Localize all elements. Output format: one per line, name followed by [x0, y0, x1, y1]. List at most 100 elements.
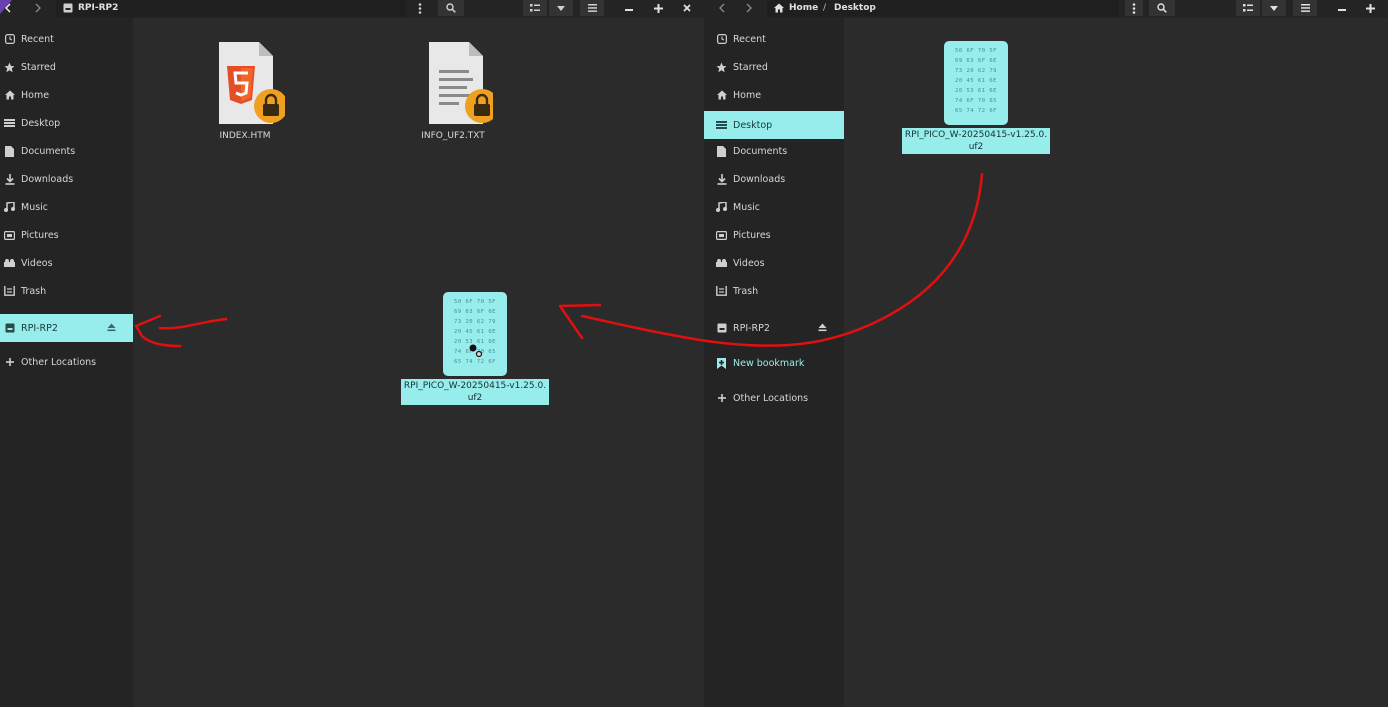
view-options-button[interactable] — [549, 0, 573, 16]
sidebar-item-videos[interactable]: Videos — [0, 249, 133, 277]
hex-preview-line: 65 74 72 6F — [955, 108, 997, 114]
minimize-button[interactable] — [1334, 0, 1350, 16]
sidebar-item-pictures[interactable]: Pictures — [704, 221, 844, 249]
maximize-button[interactable] — [650, 0, 666, 16]
dragged-file-item[interactable]: 50 6F 70 5F 69 63 6F 6E 73 20 62 79 20 45 6… — [400, 292, 550, 405]
back-button[interactable] — [714, 0, 730, 16]
sidebar-item-desktop[interactable]: Desktop — [704, 111, 844, 139]
sidebar-item-new-bookmark[interactable]: New bookmark — [704, 349, 844, 377]
file-name: INFO_UF2.TXT — [421, 131, 485, 141]
sidebar-item-pictures[interactable]: Pictures — [0, 221, 133, 249]
right-file-manager-window: Home / Desktop Recent Starred Home Deskt… — [704, 0, 1388, 707]
maximize-icon — [1365, 3, 1375, 13]
video-icon — [716, 258, 727, 269]
hex-preview-line: 50 6F 70 5F — [454, 299, 496, 305]
hex-preview-line: 73 20 62 79 — [454, 319, 496, 325]
list-view-icon — [1243, 4, 1253, 12]
eject-icon[interactable] — [818, 323, 827, 332]
maximize-button[interactable] — [1362, 0, 1378, 16]
main-menu-button[interactable] — [1293, 0, 1317, 16]
sidebar-item-documents[interactable]: Documents — [0, 137, 133, 165]
file-item[interactable]: 50 6F 70 5F 69 63 6F 6E 73 20 62 79 20 45 6… — [901, 41, 1051, 154]
view-options-button[interactable] — [1262, 0, 1286, 16]
more-options-button[interactable] — [413, 0, 427, 16]
file-name-line1: RPI_PICO_W-20250415-v1.25.0. — [403, 381, 547, 391]
back-button[interactable] — [0, 0, 16, 16]
sidebar-item-trash[interactable]: Trash — [0, 277, 133, 305]
sidebar-item-recent[interactable]: Recent — [0, 25, 133, 53]
sidebar-item-recent[interactable]: Recent — [704, 25, 844, 53]
maximize-icon — [653, 3, 663, 13]
sidebar-item-label: Documents — [733, 145, 788, 157]
sidebar-item-music[interactable]: Music — [0, 193, 133, 221]
sidebar-item-rpi-rp2[interactable]: RPI-RP2 — [704, 314, 844, 342]
sidebar-item-downloads[interactable]: Downloads — [704, 165, 844, 193]
breadcrumb-home[interactable]: Home — [789, 0, 818, 16]
music-icon — [716, 202, 727, 213]
sidebar-item-downloads[interactable]: Downloads — [0, 165, 133, 193]
document-icon — [4, 145, 15, 157]
picture-icon — [716, 230, 727, 241]
sidebar-item-other-locations[interactable]: Other Locations — [704, 384, 844, 412]
document-icon — [716, 145, 727, 157]
desktop-icon — [716, 120, 727, 131]
sidebar-item-label: Music — [733, 201, 761, 213]
search-icon — [1157, 3, 1167, 13]
breadcrumb-desktop[interactable]: Desktop — [834, 0, 876, 16]
sidebar-item-home[interactable]: Home — [704, 81, 844, 109]
file-name-line2: uf2 — [467, 393, 483, 403]
left-file-manager-window: RPI-RP2 Recent Starred Home Desktop Docu… — [0, 0, 704, 707]
hex-preview-line: 74 6F 70 65 — [955, 98, 997, 104]
sidebar-item-desktop[interactable]: Desktop — [0, 109, 133, 137]
sidebar-item-trash[interactable]: Trash — [704, 277, 844, 305]
sidebar-item-rpi-rp2[interactable]: RPI-RP2 — [0, 314, 133, 342]
download-icon — [716, 173, 727, 185]
sidebar-item-videos[interactable]: Videos — [704, 249, 844, 277]
view-toggle-button[interactable] — [1236, 0, 1260, 16]
hex-preview-line: 50 6F 70 5F — [955, 48, 997, 54]
chevron-right-icon — [35, 3, 41, 13]
desktop-icon — [4, 118, 15, 129]
eject-icon[interactable] — [107, 323, 116, 332]
search-icon — [446, 3, 456, 13]
sidebar-item-music[interactable]: Music — [704, 193, 844, 221]
list-view-icon — [530, 4, 540, 12]
sidebar-item-other-locations[interactable]: Other Locations — [0, 348, 133, 376]
file-name-line2: uf2 — [968, 142, 984, 152]
sidebar-item-label: Downloads — [733, 173, 786, 185]
more-options-button[interactable] — [1125, 0, 1143, 16]
file-item[interactable]: INFO_UF2.TXT — [403, 40, 503, 141]
hex-preview-line: 20 53 61 6E — [454, 339, 496, 345]
vertical-dots-icon — [1132, 2, 1136, 14]
search-button[interactable] — [438, 0, 464, 16]
sidebar-item-home[interactable]: Home — [0, 81, 133, 109]
file-name: RPI_PICO_W-20250415-v1.25.0. uf2 — [901, 128, 1051, 154]
view-toggle-button[interactable] — [523, 0, 547, 16]
sidebar-item-documents[interactable]: Documents — [704, 137, 844, 165]
search-button[interactable] — [1149, 0, 1175, 16]
sidebar-item-starred[interactable]: Starred — [0, 53, 133, 81]
home-icon — [4, 90, 15, 101]
clock-icon — [716, 34, 727, 45]
download-icon — [4, 173, 15, 185]
forward-button[interactable] — [30, 0, 46, 16]
uf2-file-icon: 50 6F 70 5F 69 63 6F 6E 73 20 62 79 20 45 6… — [944, 41, 1008, 125]
sidebar-item-label: Pictures — [21, 229, 59, 241]
minimize-button[interactable] — [621, 0, 637, 16]
sidebar-item-label: Desktop — [733, 119, 773, 131]
hex-preview-line: 65 74 72 6F — [454, 359, 496, 365]
forward-button[interactable] — [741, 0, 757, 16]
right-sidebar: Recent Starred Home Desktop Documents Do… — [704, 18, 844, 707]
file-item[interactable]: INDEX.HTM — [195, 40, 295, 141]
video-icon — [4, 258, 15, 269]
hex-preview-line: 73 20 62 79 — [955, 68, 997, 74]
drive-icon — [62, 0, 74, 16]
hex-preview-line: 20 45 61 6E — [454, 329, 496, 335]
location-bar[interactable] — [767, 0, 1119, 17]
sidebar-item-starred[interactable]: Starred — [704, 53, 844, 81]
main-menu-button[interactable] — [580, 0, 604, 16]
left-sidebar: Recent Starred Home Desktop Documents Do… — [0, 18, 133, 707]
location-label[interactable]: RPI-RP2 — [78, 0, 118, 16]
close-button[interactable] — [679, 0, 695, 16]
minimize-icon — [1338, 9, 1346, 11]
